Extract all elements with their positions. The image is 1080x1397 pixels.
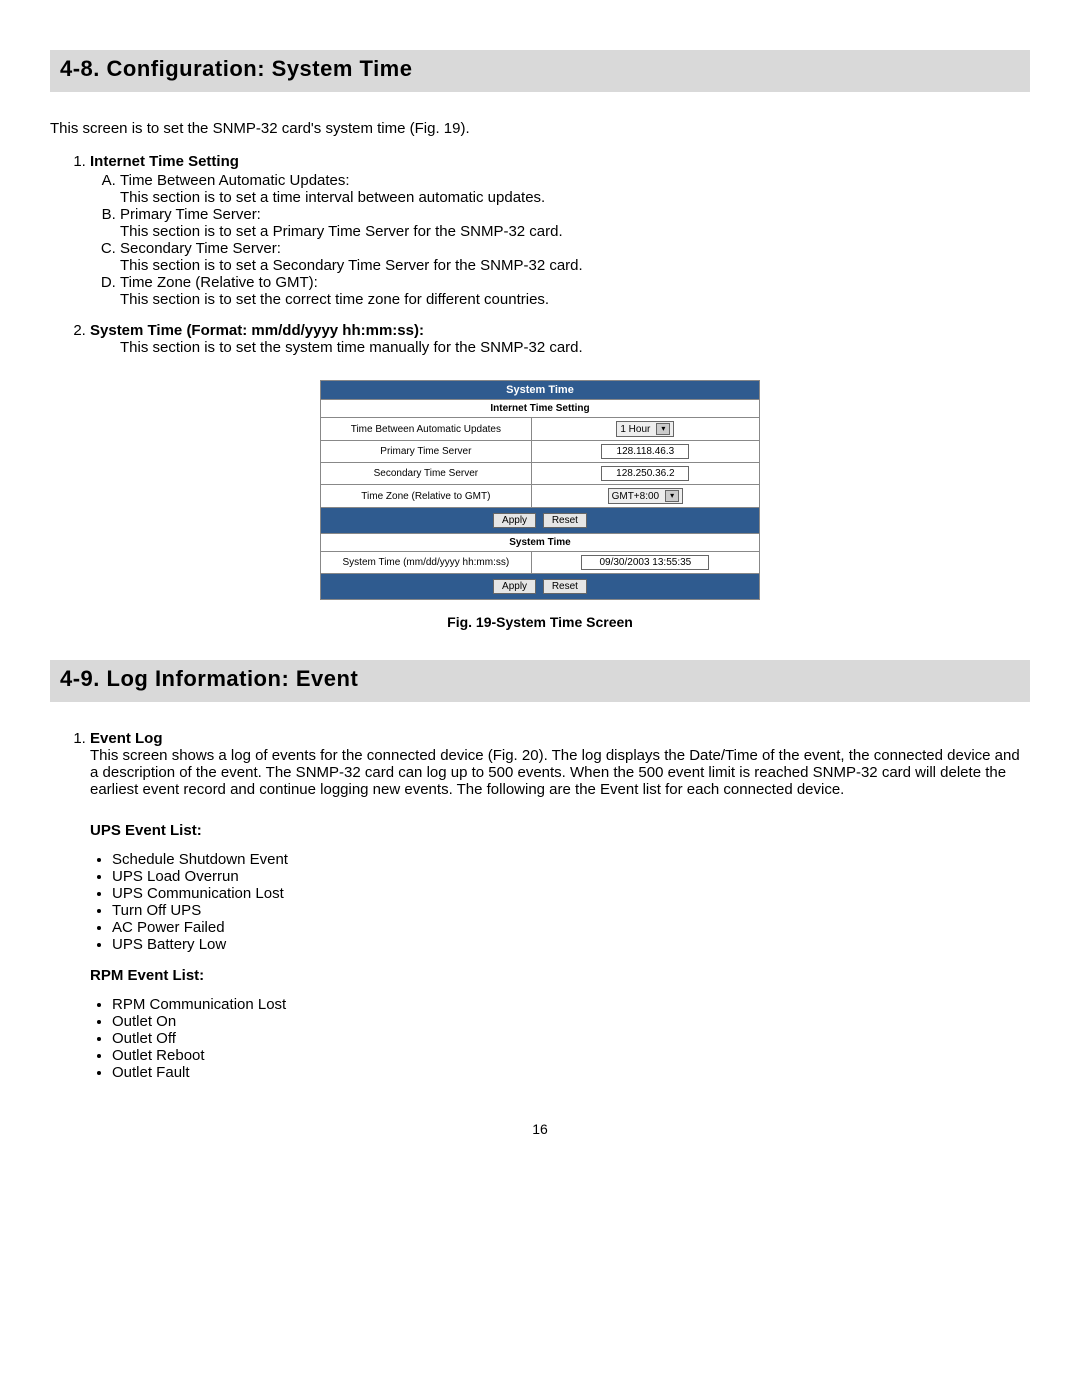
item-internet-time-setting: Internet Time Setting Time Between Autom… (90, 153, 1030, 308)
rpm-event-heading: RPM Event List: (90, 967, 1030, 984)
item1-C: Secondary Time Server: This section is t… (120, 240, 1030, 274)
ups-event-item: UPS Communication Lost (112, 885, 1030, 902)
ups-event-item: UPS Load Overrun (112, 868, 1030, 885)
dropdown-arrow-icon: ▾ (656, 423, 670, 435)
apply-button-2[interactable]: Apply (493, 579, 536, 594)
row-primary-time-server: Primary Time Server 128.118.46.3 (321, 441, 760, 463)
row4-label: Time Zone (Relative to GMT) (321, 485, 532, 508)
item1-C-title: Secondary Time Server: (120, 240, 281, 257)
item1-D: Time Zone (Relative to GMT): This sectio… (120, 274, 1030, 308)
time-zone-value: GMT+8:00 (612, 491, 660, 502)
item1-sublist: Time Between Automatic Updates: This sec… (120, 172, 1030, 308)
section-4-8-intro: This screen is to set the SNMP-32 card's… (50, 120, 1030, 137)
time-interval-select[interactable]: 1 Hour ▾ (616, 421, 674, 437)
dropdown-arrow-icon: ▾ (665, 490, 679, 502)
figure-19-container: System Time Internet Time Setting Time B… (50, 380, 1030, 630)
item-event-log: Event Log This screen shows a log of eve… (90, 730, 1030, 798)
section-4-8-title: 4-8. Configuration: System Time (60, 56, 1020, 82)
section-4-9-header: 4-9. Log Information: Event (50, 660, 1030, 702)
ups-event-item: AC Power Failed (112, 919, 1030, 936)
rpm-event-item: Outlet Off (112, 1030, 1030, 1047)
page-number: 16 (50, 1121, 1030, 1137)
event-log-body: This screen shows a log of events for th… (90, 747, 1030, 798)
rpm-event-item: Outlet Fault (112, 1064, 1030, 1081)
table-header-internet: Internet Time Setting (321, 400, 760, 418)
row3-label: Secondary Time Server (321, 463, 532, 485)
ups-event-item: Schedule Shutdown Event (112, 851, 1030, 868)
row1-value-cell: 1 Hour ▾ (531, 418, 759, 441)
section-4-9-list: Event Log This screen shows a log of eve… (90, 730, 1030, 798)
item-system-time-format: System Time (Format: mm/dd/yyyy hh:mm:ss… (90, 322, 1030, 356)
item2-label: System Time (Format: mm/dd/yyyy hh:mm:ss… (90, 322, 424, 339)
item1-B-title: Primary Time Server: (120, 206, 261, 223)
item1-C-desc: This section is to set a Secondary Time … (120, 257, 583, 274)
table-header-system: System Time (321, 534, 760, 552)
system-time-input[interactable]: 09/30/2003 13:55:35 (581, 555, 709, 570)
time-zone-select[interactable]: GMT+8:00 ▾ (608, 488, 684, 504)
section-4-8-header: 4-8. Configuration: System Time (50, 50, 1030, 92)
item1-A-title: Time Between Automatic Updates: (120, 172, 350, 189)
button-row-2: Apply Reset (321, 574, 760, 600)
section-4-9-title: 4-9. Log Information: Event (60, 666, 1020, 692)
row2-label: Primary Time Server (321, 441, 532, 463)
figure-19-caption: Fig. 19-System Time Screen (50, 614, 1030, 630)
item1-D-title: Time Zone (Relative to GMT): (120, 274, 318, 291)
item1-label: Internet Time Setting (90, 153, 239, 170)
table-header-main: System Time (321, 381, 760, 400)
ups-event-item: UPS Battery Low (112, 936, 1030, 953)
time-interval-value: 1 Hour (620, 424, 650, 435)
row-secondary-time-server: Secondary Time Server 128.250.36.2 (321, 463, 760, 485)
item1-B-desc: This section is to set a Primary Time Se… (120, 223, 563, 240)
row-time-zone: Time Zone (Relative to GMT) GMT+8:00 ▾ (321, 485, 760, 508)
secondary-time-server-input[interactable]: 128.250.36.2 (601, 466, 689, 481)
ups-event-block: UPS Event List: (90, 822, 1030, 839)
rpm-event-item: Outlet On (112, 1013, 1030, 1030)
reset-button-1[interactable]: Reset (543, 513, 587, 528)
ups-event-heading: UPS Event List: (90, 822, 1030, 839)
rpm-event-list: RPM Communication Lost Outlet On Outlet … (112, 996, 1030, 1081)
primary-time-server-input[interactable]: 128.118.46.3 (601, 444, 689, 459)
rpm-event-block: RPM Event List: (90, 967, 1030, 984)
ups-event-item: Turn Off UPS (112, 902, 1030, 919)
item1-B: Primary Time Server: This section is to … (120, 206, 1030, 240)
item2-desc: This section is to set the system time m… (120, 339, 1030, 356)
row-system-time: System Time (mm/dd/yyyy hh:mm:ss) 09/30/… (321, 552, 760, 574)
row-time-between-updates: Time Between Automatic Updates 1 Hour ▾ (321, 418, 760, 441)
item1-A: Time Between Automatic Updates: This sec… (120, 172, 1030, 206)
row5-label: System Time (mm/dd/yyyy hh:mm:ss) (321, 552, 532, 574)
rpm-event-item: RPM Communication Lost (112, 996, 1030, 1013)
rpm-event-item: Outlet Reboot (112, 1047, 1030, 1064)
item1-D-desc: This section is to set the correct time … (120, 291, 549, 308)
item1-A-desc: This section is to set a time interval b… (120, 189, 545, 206)
row1-label: Time Between Automatic Updates (321, 418, 532, 441)
event-log-label: Event Log (90, 730, 163, 747)
system-time-table: System Time Internet Time Setting Time B… (320, 380, 760, 600)
ups-event-list: Schedule Shutdown Event UPS Load Overrun… (112, 851, 1030, 953)
apply-button-1[interactable]: Apply (493, 513, 536, 528)
reset-button-2[interactable]: Reset (543, 579, 587, 594)
section-4-8-list: Internet Time Setting Time Between Autom… (90, 153, 1030, 356)
button-row-1: Apply Reset (321, 508, 760, 534)
